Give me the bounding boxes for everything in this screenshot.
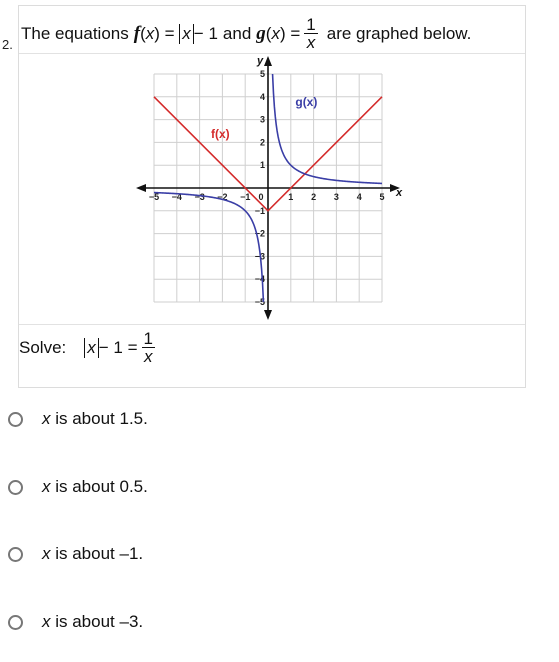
- solve-lhs-tail: − 1 =: [98, 337, 138, 357]
- y-axis-label: y: [256, 55, 264, 67]
- g-series-label: g(x): [295, 95, 317, 109]
- y-axis-down-arrow-icon: [264, 310, 272, 320]
- solve-equation: Solve: x − 1 = 1 x: [19, 330, 159, 365]
- solve-denominator: x: [144, 347, 153, 366]
- title-suffix: are graphed below.: [326, 23, 472, 43]
- option-var: x: [42, 409, 51, 428]
- option-text: is about –3.: [50, 612, 144, 631]
- g-series-negative-branch: [153, 191, 265, 303]
- solve-abs-x: x: [84, 337, 99, 358]
- x-axis-left-arrow-icon: [136, 184, 146, 192]
- y-tick-label: 1: [260, 160, 265, 170]
- y-axis-up-arrow-icon: [264, 56, 272, 66]
- f-series-label: f(x): [211, 127, 230, 141]
- answer-option-2[interactable]: x is about 0.5.: [8, 477, 148, 497]
- question-box: The equations f (x) = x − 1 and g (x) = …: [18, 5, 526, 388]
- f-arg: x: [145, 23, 155, 43]
- g-equals: =: [285, 23, 301, 43]
- x-tick-label: 1: [288, 192, 293, 202]
- g-arg: x: [271, 23, 280, 43]
- option-var: x: [42, 477, 51, 496]
- y-tick-label: −4: [255, 274, 265, 284]
- g-function-name: g: [256, 22, 266, 44]
- y-tick-label: 3: [260, 115, 265, 125]
- radio-button[interactable]: [8, 479, 23, 495]
- solve-label: Solve:: [19, 337, 67, 357]
- radio-button[interactable]: [8, 614, 23, 630]
- question-number: 2.: [2, 37, 13, 52]
- answer-option-1[interactable]: x is about 1.5.: [8, 409, 148, 429]
- x-tick-label: 5: [379, 192, 384, 202]
- option-var: x: [42, 544, 51, 563]
- x-tick-label: 3: [334, 192, 339, 202]
- option-text: is about 1.5.: [50, 409, 148, 428]
- radio-button[interactable]: [8, 411, 23, 427]
- x-axis-label: x: [395, 187, 403, 199]
- title-conj: and: [222, 23, 252, 43]
- x-tick-label: 4: [357, 192, 362, 202]
- x-tick-label: −1: [240, 192, 250, 202]
- graph: xy−5 −4 −3 −2 −1 0 1 2 3 4 5−5−4−3−2−112345f(x)g(x…: [136, 55, 403, 320]
- y-tick-label: 5: [260, 69, 265, 79]
- solve-numerator: 1: [141, 329, 155, 348]
- option-text: is about –1.: [50, 544, 144, 563]
- f-tail: − 1: [193, 23, 218, 43]
- g-denominator: x: [306, 33, 316, 52]
- option-var: x: [42, 612, 51, 631]
- option-text: is about 0.5.: [50, 477, 148, 496]
- question-title: The equations f (x) = x − 1 and g (x) = …: [21, 16, 471, 51]
- title-prefix: The equations: [21, 23, 129, 43]
- g-fraction: 1 x: [304, 15, 318, 52]
- y-tick-label: 2: [260, 137, 265, 147]
- y-tick-label: 4: [260, 92, 265, 102]
- x-tick-label: 2: [311, 192, 316, 202]
- answer-option-3[interactable]: x is about –1.: [8, 544, 143, 564]
- g-numerator: 1: [304, 15, 318, 34]
- x-tick-label: 0: [258, 192, 263, 202]
- solve-row: Solve: x − 1 = 1 x: [19, 324, 525, 388]
- radio-button[interactable]: [8, 546, 23, 562]
- f-abs-x: x: [179, 23, 194, 44]
- question-title-row: The equations f (x) = x − 1 and g (x) = …: [19, 6, 525, 54]
- g-series-positive-branch: [271, 73, 383, 185]
- answer-option-4[interactable]: x is about –3.: [8, 612, 143, 632]
- x-tick-label: −3: [194, 192, 204, 202]
- graph-row: x y −5 −4 −3 −2 −1 0 1 2 3 4 5 −5 −4 −3 −2 −1 1 2 3 4 5 f(x) g(x…: [19, 53, 525, 325]
- solve-fraction: 1 x: [141, 329, 155, 366]
- f-equals: =: [159, 23, 180, 43]
